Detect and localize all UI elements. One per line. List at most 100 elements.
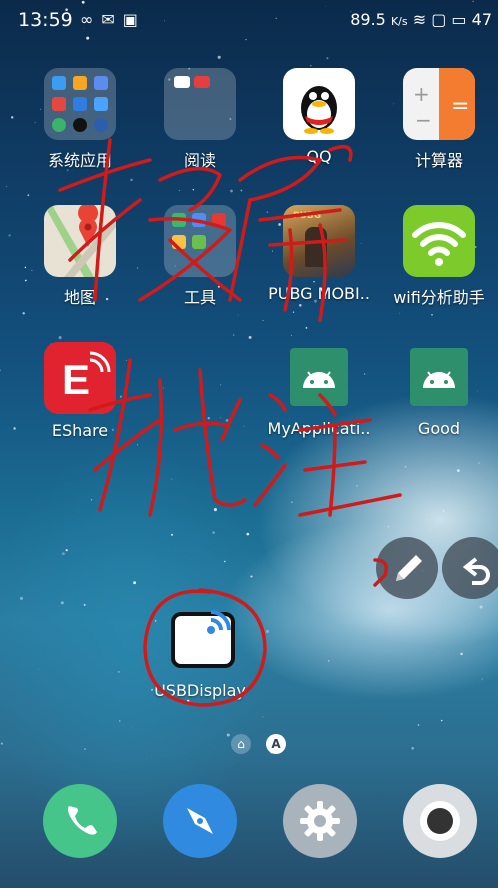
app-eshare[interactable]: E EShare xyxy=(25,342,135,440)
android-icon xyxy=(290,348,348,406)
star xyxy=(117,670,120,673)
eshare-icon: E xyxy=(44,342,116,414)
star xyxy=(136,267,139,269)
star xyxy=(6,186,8,187)
app-reading-folder[interactable]: 阅读 xyxy=(145,68,255,171)
app-qq[interactable]: QQ xyxy=(264,68,374,166)
star xyxy=(217,55,221,59)
star xyxy=(305,327,308,329)
star xyxy=(58,336,62,340)
star xyxy=(133,581,137,585)
star xyxy=(37,669,39,671)
star xyxy=(170,533,174,536)
app-pubg-mobile[interactable]: PUBG PUBG MOBI.. xyxy=(264,205,374,303)
star xyxy=(146,758,147,760)
star xyxy=(250,575,253,578)
star xyxy=(291,501,293,504)
star xyxy=(299,304,302,307)
calculator-icon: + − = xyxy=(403,68,475,140)
status-right: 89.5 K/s ≋ ▢ ▭ 47 xyxy=(350,10,492,29)
status-time: 13:59 xyxy=(18,9,73,31)
app-maps[interactable]: 地图 xyxy=(25,205,135,308)
star xyxy=(230,189,233,193)
star xyxy=(243,425,245,427)
usb-display-icon xyxy=(167,606,235,668)
star xyxy=(440,719,443,722)
wifi-icon xyxy=(403,205,475,277)
camera-icon xyxy=(420,801,460,841)
app-label: Good xyxy=(417,419,461,438)
compass-icon xyxy=(187,808,213,834)
qq-penguin-icon xyxy=(283,68,355,140)
status-bar: 13:59 ∞✉▣ 89.5 K/s ≋ ▢ ▭ 47 xyxy=(0,0,498,40)
android-icon xyxy=(410,348,468,406)
star xyxy=(291,334,293,336)
app-calculator[interactable]: + − = 计算器 xyxy=(384,68,494,171)
app-tools-folder[interactable]: 工具 xyxy=(145,205,255,308)
battery-level: 47 xyxy=(471,10,492,29)
app-label: 地图 xyxy=(63,288,96,307)
dock-phone[interactable] xyxy=(43,784,117,858)
star xyxy=(326,57,329,60)
network-speed-unit: K/s xyxy=(390,15,408,28)
star xyxy=(213,508,217,512)
star xyxy=(91,499,93,501)
star xyxy=(130,178,133,182)
page-dot-active[interactable]: A xyxy=(266,734,286,754)
star xyxy=(309,64,312,67)
star xyxy=(171,478,173,480)
home-icon: ⌂ xyxy=(237,737,245,751)
folder-icon xyxy=(164,68,236,140)
mail-icon: ✉ xyxy=(101,10,123,29)
pen-annotate-button[interactable] xyxy=(376,537,438,599)
star xyxy=(162,387,164,389)
app-myapplication[interactable]: MyApplicati.. xyxy=(264,342,374,438)
star xyxy=(431,314,433,316)
star xyxy=(240,189,243,192)
star xyxy=(460,652,463,656)
app-label: 工具 xyxy=(183,288,216,307)
star xyxy=(132,726,134,728)
star xyxy=(404,465,407,468)
star xyxy=(22,312,25,315)
star xyxy=(479,605,483,609)
app-system-folder[interactable]: 系统应用 xyxy=(25,68,135,171)
app-label: EShare xyxy=(51,421,109,440)
star xyxy=(417,724,420,726)
battery-icon: ▭ xyxy=(451,10,467,29)
star xyxy=(10,116,14,119)
app-label: 计算器 xyxy=(414,151,463,170)
phone-icon xyxy=(68,806,97,835)
dock-settings[interactable] xyxy=(283,784,357,858)
star xyxy=(8,234,11,237)
star xyxy=(266,630,269,633)
app-usbdisplay[interactable]: USBDisplay xyxy=(145,606,255,700)
star xyxy=(186,699,190,703)
star xyxy=(61,552,65,556)
network-speed: 89.5 xyxy=(350,10,386,29)
star xyxy=(60,601,64,605)
undo-button[interactable] xyxy=(442,537,498,599)
star xyxy=(207,417,210,420)
home-page-dot[interactable]: ⌂ xyxy=(231,734,251,754)
star xyxy=(220,417,222,418)
star xyxy=(411,746,414,750)
star xyxy=(478,462,480,464)
star xyxy=(224,560,226,563)
star xyxy=(237,314,239,316)
star xyxy=(83,603,86,606)
star xyxy=(387,526,390,528)
app-label: PUBG MOBI.. xyxy=(268,284,370,303)
app-label: MyApplicati.. xyxy=(267,419,371,438)
pubg-icon: PUBG xyxy=(283,205,355,277)
star xyxy=(225,419,229,422)
star xyxy=(399,312,401,314)
infinity-icon: ∞ xyxy=(80,10,102,29)
folder-icon xyxy=(164,205,236,277)
star xyxy=(456,469,460,472)
app-wifi-analyzer[interactable]: wifi分析助手 xyxy=(384,205,494,308)
star xyxy=(178,189,181,192)
dock-camera[interactable] xyxy=(403,784,477,858)
dock-browser[interactable] xyxy=(163,784,237,858)
app-good[interactable]: Good xyxy=(384,342,494,438)
